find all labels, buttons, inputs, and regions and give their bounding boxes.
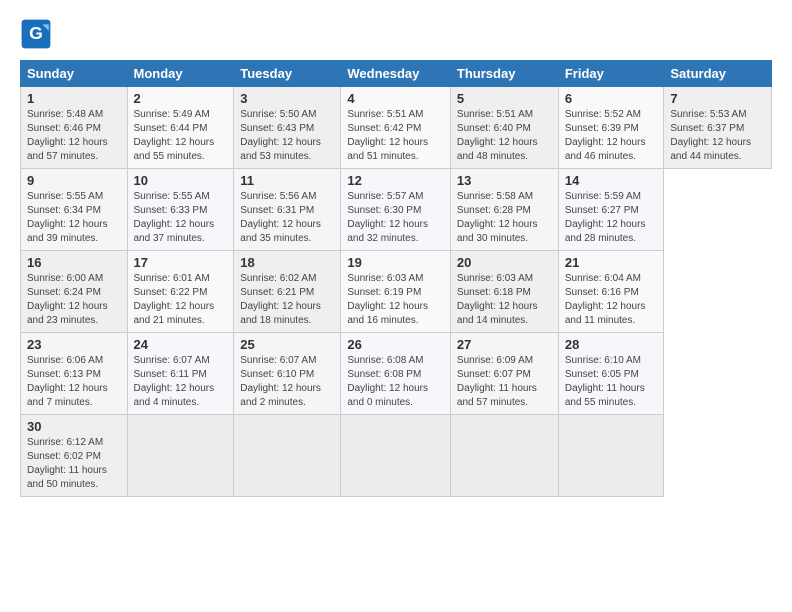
calendar-table: SundayMondayTuesdayWednesdayThursdayFrid…	[20, 60, 772, 497]
day-number: 18	[240, 255, 334, 270]
calendar-cell	[341, 415, 451, 497]
calendar-cell: 2 Sunrise: 5:49 AMSunset: 6:44 PMDayligh…	[127, 87, 234, 169]
day-info: Sunrise: 6:02 AMSunset: 6:21 PMDaylight:…	[240, 273, 321, 326]
day-info: Sunrise: 5:56 AMSunset: 6:31 PMDaylight:…	[240, 191, 321, 244]
day-info: Sunrise: 6:01 AMSunset: 6:22 PMDaylight:…	[134, 273, 215, 326]
day-info: Sunrise: 5:50 AMSunset: 6:43 PMDaylight:…	[240, 109, 321, 162]
day-number: 26	[347, 337, 444, 352]
calendar-cell: 11 Sunrise: 5:56 AMSunset: 6:31 PMDaylig…	[234, 169, 341, 251]
day-info: Sunrise: 5:59 AMSunset: 6:27 PMDaylight:…	[565, 191, 646, 244]
day-number: 4	[347, 91, 444, 106]
calendar-cell: 24 Sunrise: 6:07 AMSunset: 6:11 PMDaylig…	[127, 333, 234, 415]
day-info: Sunrise: 5:48 AMSunset: 6:46 PMDaylight:…	[27, 109, 108, 162]
calendar-cell: 30 Sunrise: 6:12 AMSunset: 6:02 PMDaylig…	[21, 415, 128, 497]
calendar-cell: 20 Sunrise: 6:03 AMSunset: 6:18 PMDaylig…	[450, 251, 558, 333]
weekday-header-wednesday: Wednesday	[341, 61, 451, 87]
day-number: 14	[565, 173, 658, 188]
day-number: 9	[27, 173, 121, 188]
day-number: 21	[565, 255, 658, 270]
calendar-cell: 19 Sunrise: 6:03 AMSunset: 6:19 PMDaylig…	[341, 251, 451, 333]
day-info: Sunrise: 5:52 AMSunset: 6:39 PMDaylight:…	[565, 109, 646, 162]
day-number: 20	[457, 255, 552, 270]
calendar-cell: 17 Sunrise: 6:01 AMSunset: 6:22 PMDaylig…	[127, 251, 234, 333]
calendar-cell: 16 Sunrise: 6:00 AMSunset: 6:24 PMDaylig…	[21, 251, 128, 333]
day-number: 2	[134, 91, 228, 106]
day-info: Sunrise: 6:07 AMSunset: 6:10 PMDaylight:…	[240, 355, 321, 408]
day-number: 19	[347, 255, 444, 270]
weekday-header-tuesday: Tuesday	[234, 61, 341, 87]
weekday-header-monday: Monday	[127, 61, 234, 87]
day-number: 13	[457, 173, 552, 188]
day-number: 3	[240, 91, 334, 106]
day-info: Sunrise: 5:55 AMSunset: 6:34 PMDaylight:…	[27, 191, 108, 244]
day-number: 27	[457, 337, 552, 352]
calendar-cell: 7 Sunrise: 5:53 AMSunset: 6:37 PMDayligh…	[664, 87, 772, 169]
logo: G	[20, 18, 56, 50]
day-number: 7	[670, 91, 765, 106]
day-number: 17	[134, 255, 228, 270]
day-info: Sunrise: 6:06 AMSunset: 6:13 PMDaylight:…	[27, 355, 108, 408]
weekday-header-sunday: Sunday	[21, 61, 128, 87]
day-info: Sunrise: 5:53 AMSunset: 6:37 PMDaylight:…	[670, 109, 751, 162]
day-number: 28	[565, 337, 658, 352]
calendar-cell	[558, 415, 664, 497]
day-number: 1	[27, 91, 121, 106]
day-number: 25	[240, 337, 334, 352]
svg-text:G: G	[29, 23, 43, 43]
calendar-cell: 25 Sunrise: 6:07 AMSunset: 6:10 PMDaylig…	[234, 333, 341, 415]
day-number: 30	[27, 419, 121, 434]
day-info: Sunrise: 6:03 AMSunset: 6:19 PMDaylight:…	[347, 273, 428, 326]
calendar-cell: 4 Sunrise: 5:51 AMSunset: 6:42 PMDayligh…	[341, 87, 451, 169]
day-info: Sunrise: 5:49 AMSunset: 6:44 PMDaylight:…	[134, 109, 215, 162]
calendar-cell: 28 Sunrise: 6:10 AMSunset: 6:05 PMDaylig…	[558, 333, 664, 415]
calendar-cell	[450, 415, 558, 497]
day-number: 5	[457, 91, 552, 106]
calendar-cell: 6 Sunrise: 5:52 AMSunset: 6:39 PMDayligh…	[558, 87, 664, 169]
day-number: 23	[27, 337, 121, 352]
day-info: Sunrise: 6:04 AMSunset: 6:16 PMDaylight:…	[565, 273, 646, 326]
day-number: 10	[134, 173, 228, 188]
calendar-cell: 23 Sunrise: 6:06 AMSunset: 6:13 PMDaylig…	[21, 333, 128, 415]
calendar-cell: 21 Sunrise: 6:04 AMSunset: 6:16 PMDaylig…	[558, 251, 664, 333]
day-number: 11	[240, 173, 334, 188]
calendar-cell: 1 Sunrise: 5:48 AMSunset: 6:46 PMDayligh…	[21, 87, 128, 169]
weekday-header-friday: Friday	[558, 61, 664, 87]
day-info: Sunrise: 6:10 AMSunset: 6:05 PMDaylight:…	[565, 355, 645, 408]
day-info: Sunrise: 6:08 AMSunset: 6:08 PMDaylight:…	[347, 355, 428, 408]
calendar-cell: 12 Sunrise: 5:57 AMSunset: 6:30 PMDaylig…	[341, 169, 451, 251]
weekday-header-saturday: Saturday	[664, 61, 772, 87]
weekday-header-thursday: Thursday	[450, 61, 558, 87]
calendar-cell: 18 Sunrise: 6:02 AMSunset: 6:21 PMDaylig…	[234, 251, 341, 333]
day-info: Sunrise: 6:03 AMSunset: 6:18 PMDaylight:…	[457, 273, 538, 326]
day-info: Sunrise: 6:07 AMSunset: 6:11 PMDaylight:…	[134, 355, 215, 408]
day-number: 12	[347, 173, 444, 188]
day-info: Sunrise: 6:12 AMSunset: 6:02 PMDaylight:…	[27, 437, 107, 490]
calendar-cell: 9 Sunrise: 5:55 AMSunset: 6:34 PMDayligh…	[21, 169, 128, 251]
day-info: Sunrise: 5:51 AMSunset: 6:42 PMDaylight:…	[347, 109, 428, 162]
day-info: Sunrise: 6:09 AMSunset: 6:07 PMDaylight:…	[457, 355, 537, 408]
calendar-cell: 26 Sunrise: 6:08 AMSunset: 6:08 PMDaylig…	[341, 333, 451, 415]
day-info: Sunrise: 5:58 AMSunset: 6:28 PMDaylight:…	[457, 191, 538, 244]
calendar-cell: 13 Sunrise: 5:58 AMSunset: 6:28 PMDaylig…	[450, 169, 558, 251]
calendar-cell	[234, 415, 341, 497]
calendar-cell: 5 Sunrise: 5:51 AMSunset: 6:40 PMDayligh…	[450, 87, 558, 169]
calendar-cell: 3 Sunrise: 5:50 AMSunset: 6:43 PMDayligh…	[234, 87, 341, 169]
day-info: Sunrise: 5:51 AMSunset: 6:40 PMDaylight:…	[457, 109, 538, 162]
day-info: Sunrise: 5:55 AMSunset: 6:33 PMDaylight:…	[134, 191, 215, 244]
day-number: 6	[565, 91, 658, 106]
day-number: 24	[134, 337, 228, 352]
day-info: Sunrise: 6:00 AMSunset: 6:24 PMDaylight:…	[27, 273, 108, 326]
calendar-cell: 27 Sunrise: 6:09 AMSunset: 6:07 PMDaylig…	[450, 333, 558, 415]
calendar-cell: 14 Sunrise: 5:59 AMSunset: 6:27 PMDaylig…	[558, 169, 664, 251]
day-number: 16	[27, 255, 121, 270]
logo-icon: G	[20, 18, 52, 50]
calendar-cell: 10 Sunrise: 5:55 AMSunset: 6:33 PMDaylig…	[127, 169, 234, 251]
calendar-cell	[127, 415, 234, 497]
day-info: Sunrise: 5:57 AMSunset: 6:30 PMDaylight:…	[347, 191, 428, 244]
